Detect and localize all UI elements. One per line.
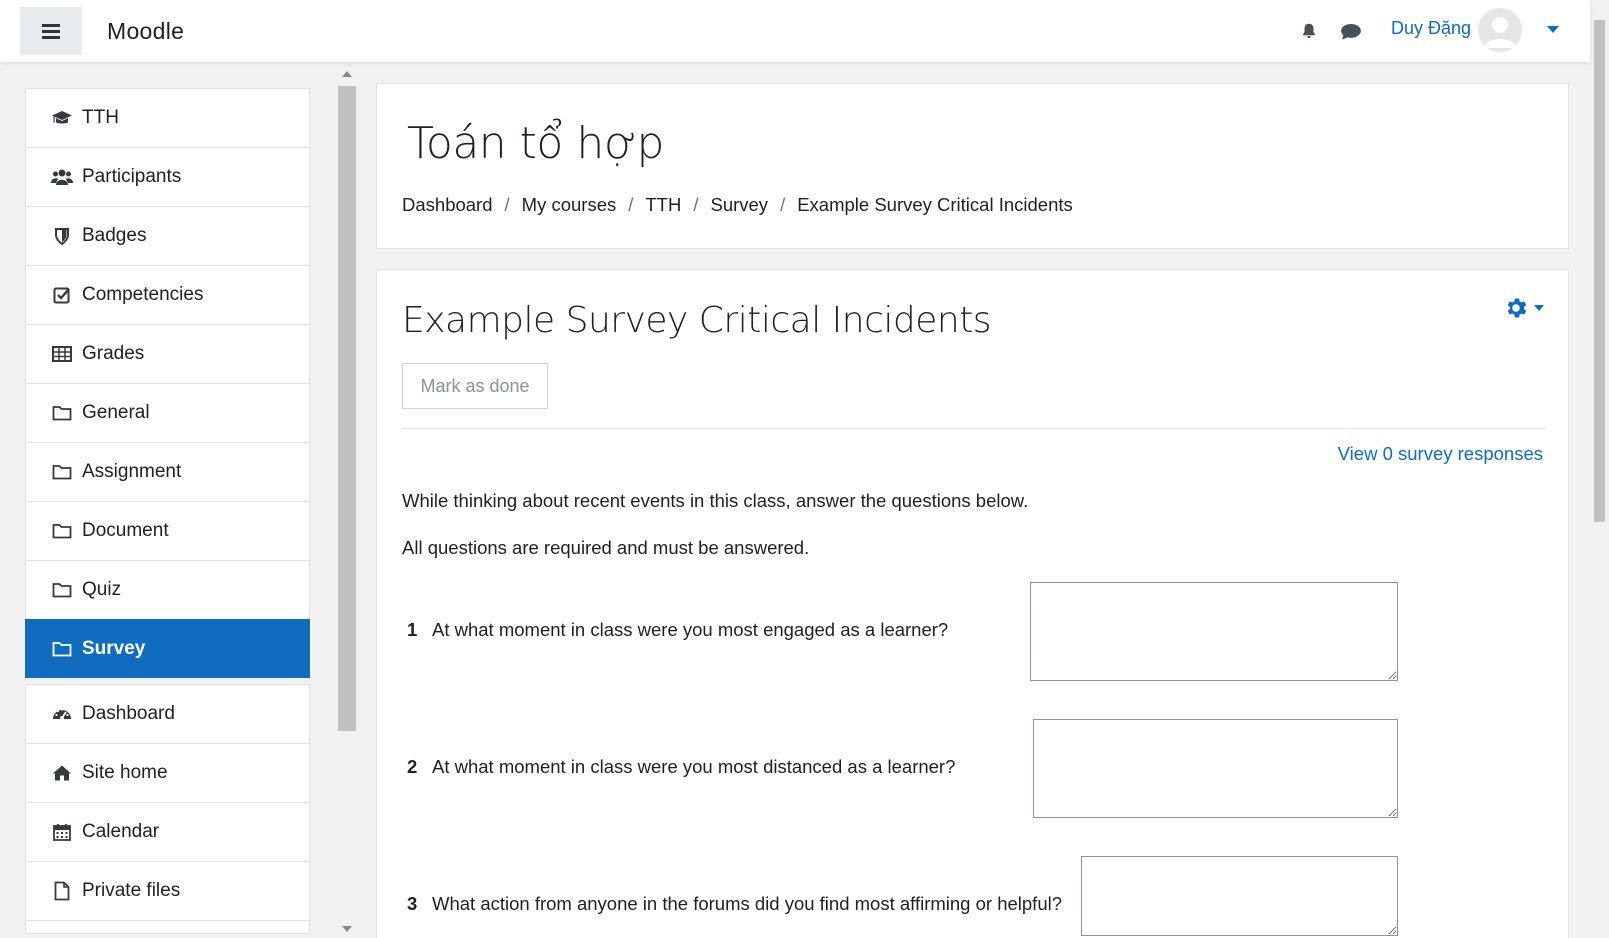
graduation-cap-icon <box>51 107 73 129</box>
breadcrumb-survey[interactable]: Survey <box>710 194 768 216</box>
menu-toggle-button[interactable] <box>20 7 82 55</box>
breadcrumb-tth[interactable]: TTH <box>645 194 681 216</box>
table-icon <box>51 343 73 365</box>
nav-item-label: Site home <box>82 762 168 783</box>
nav-item-label: TTH <box>82 107 119 128</box>
question-number: 1 <box>407 619 418 640</box>
folder-icon <box>51 579 73 601</box>
breadcrumb-separator: / <box>628 194 634 215</box>
survey-required-note: All questions are required and must be a… <box>402 537 810 558</box>
nav-item-general[interactable]: General <box>25 383 310 442</box>
nav-item-assignment[interactable]: Assignment <box>25 442 310 501</box>
answer-textarea-3[interactable] <box>1081 856 1398 936</box>
nav-item-survey[interactable]: Survey <box>25 619 310 678</box>
nav-item-competencies[interactable]: Competencies <box>25 265 310 324</box>
folder-icon <box>51 520 73 542</box>
nav-item-label: Grades <box>82 343 145 364</box>
gear-icon <box>1507 298 1527 318</box>
activity-settings-menu[interactable] <box>1503 293 1551 323</box>
dashboard-icon <box>51 703 73 725</box>
breadcrumb-separator: / <box>504 194 510 215</box>
messages-chat-icon[interactable] <box>1340 23 1362 41</box>
nav-item-label: Document <box>82 520 169 541</box>
user-avatar[interactable] <box>1478 8 1522 52</box>
drawer-nav-list: TTH Participants Badges Competencies Gra… <box>25 88 310 934</box>
drawer-scrollbar-thumb[interactable] <box>338 86 356 731</box>
question-number: 3 <box>407 893 418 914</box>
user-menu-name[interactable]: Duy Đặng <box>1391 18 1471 39</box>
shield-icon <box>51 225 73 247</box>
question-text: At what moment in class were you most di… <box>432 756 956 777</box>
nav-item-calendar[interactable]: Calendar <box>25 802 310 861</box>
top-navbar: Moodle Duy Đặng <box>0 0 1590 62</box>
users-icon <box>51 166 73 188</box>
breadcrumb-dashboard[interactable]: Dashboard <box>402 194 493 216</box>
divider <box>402 428 1545 429</box>
hamburger-icon <box>42 29 60 33</box>
nav-item-label: Competencies <box>82 284 204 305</box>
nav-item-label: Assignment <box>82 461 182 482</box>
nav-item-private-files[interactable]: Private files <box>25 861 310 920</box>
question-text: What action from anyone in the forums di… <box>432 893 1063 914</box>
page-scrollbar[interactable] <box>1590 0 1609 938</box>
survey-intro-text: While thinking about recent events in th… <box>402 490 1029 511</box>
calendar-icon <box>51 821 73 843</box>
nav-item-label: Calendar <box>82 821 160 842</box>
user-menu-caret-icon[interactable] <box>1547 26 1559 33</box>
course-title: Toán tổ hợp <box>407 118 664 169</box>
nav-item-label: Private files <box>82 880 181 901</box>
nav-item-label: General <box>82 402 150 423</box>
nav-item-badges[interactable]: Badges <box>25 206 310 265</box>
breadcrumb-separator: / <box>780 194 786 215</box>
folder-icon <box>51 402 73 424</box>
chevron-down-icon <box>1534 305 1544 311</box>
question-number: 2 <box>407 756 418 777</box>
check-square-icon <box>51 284 73 306</box>
drawer-scrollbar[interactable] <box>337 66 357 938</box>
nav-item-partial[interactable] <box>25 920 310 934</box>
nav-drawer: TTH Participants Badges Competencies Gra… <box>0 62 357 938</box>
page-header: Toán tổ hợp Dashboard / My courses / TTH… <box>376 83 1569 249</box>
scroll-down-arrow-icon[interactable] <box>342 926 352 932</box>
site-brand[interactable]: Moodle <box>107 18 184 45</box>
answer-textarea-2[interactable] <box>1033 719 1398 818</box>
folder-icon <box>51 461 73 483</box>
view-responses-link[interactable]: View 0 survey responses <box>1338 443 1543 465</box>
home-icon <box>51 762 73 784</box>
nav-item-document[interactable]: Document <box>25 501 310 560</box>
nav-item-grades[interactable]: Grades <box>25 324 310 383</box>
nav-item-label: Dashboard <box>82 703 175 724</box>
question-text: At what moment in class were you most en… <box>432 619 949 640</box>
folder-icon <box>51 638 73 660</box>
nav-item-site-home[interactable]: Site home <box>25 743 310 802</box>
page-scrollbar-thumb[interactable] <box>1594 20 1605 522</box>
scroll-up-arrow-icon[interactable] <box>342 71 352 77</box>
nav-item-label: Badges <box>82 225 147 246</box>
nav-item-tth[interactable]: TTH <box>25 88 310 147</box>
breadcrumb-my-courses[interactable]: My courses <box>522 194 617 216</box>
mark-as-done-button[interactable]: Mark as done <box>402 363 548 409</box>
activity-title: Example Survey Critical Incidents <box>402 300 992 341</box>
nav-item-label: Survey <box>82 637 146 659</box>
breadcrumb-activity[interactable]: Example Survey Critical Incidents <box>797 194 1073 216</box>
nav-item-label: Quiz <box>82 579 122 600</box>
survey-content: Example Survey Critical Incidents Mark a… <box>376 269 1569 938</box>
breadcrumb-separator: / <box>693 194 699 215</box>
nav-item-quiz[interactable]: Quiz <box>25 560 310 619</box>
notification-bell-icon[interactable] <box>1300 22 1318 40</box>
file-icon <box>51 880 73 902</box>
nav-item-label: Participants <box>82 166 182 187</box>
answer-textarea-1[interactable] <box>1030 582 1398 681</box>
breadcrumb: Dashboard / My courses / TTH / Survey / … <box>402 194 1073 216</box>
nav-item-participants[interactable]: Participants <box>25 147 310 206</box>
nav-item-dashboard[interactable]: Dashboard <box>25 684 310 743</box>
